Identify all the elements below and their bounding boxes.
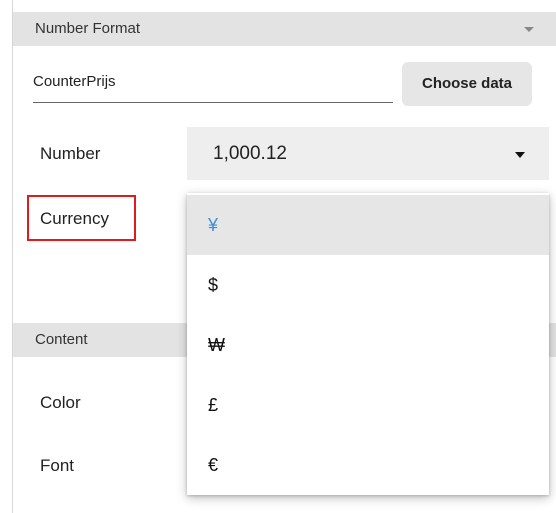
content-header-label: Content [35,331,88,348]
currency-option-pound[interactable]: £ [187,375,549,435]
number-format-header[interactable]: Number Format [13,12,556,46]
dropdown-arrow-icon[interactable] [515,152,525,158]
currency-option-euro[interactable]: € [187,435,549,495]
data-name-field[interactable]: CounterPrijs [33,62,393,103]
currency-option-dollar[interactable]: $ [187,255,549,315]
currency-option-yen[interactable]: ¥ [187,195,549,255]
chevron-down-icon[interactable] [524,27,534,32]
number-format-selected: 1,000.12 [213,143,287,164]
currency-label: Currency [40,209,109,228]
number-label: Number [40,144,101,163]
color-label: Color [40,393,81,412]
number-format-select[interactable]: 1,000.12 [187,127,549,180]
font-label: Font [40,456,75,475]
choose-data-button[interactable]: Choose data [402,62,532,106]
number-format-header-label: Number Format [35,20,141,37]
currency-dropdown[interactable]: ¥ $ ₩ £ € [187,193,549,495]
data-name-value: CounterPrijs [33,73,116,90]
currency-option-won[interactable]: ₩ [187,315,549,375]
panel-border [12,0,13,513]
